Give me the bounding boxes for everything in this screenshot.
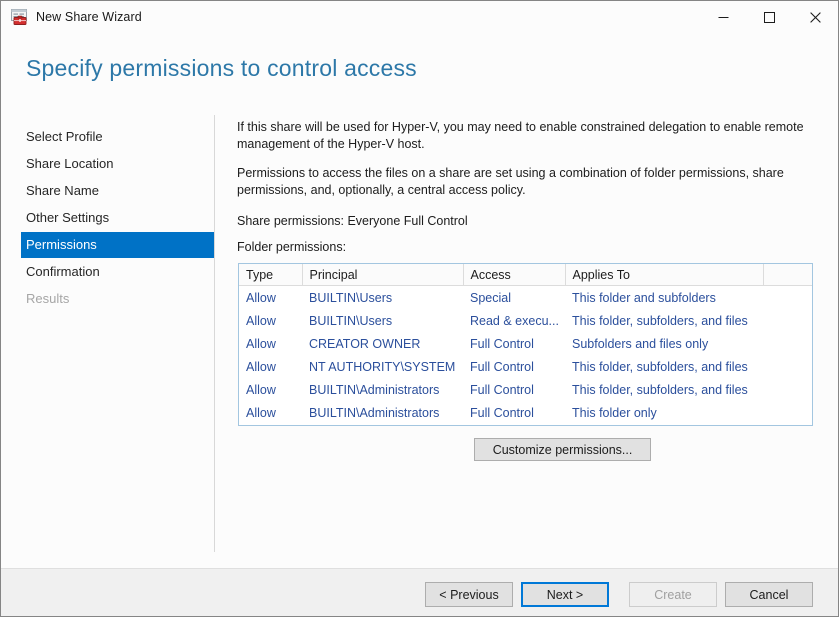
cell-extra (763, 286, 812, 310)
cell-type: Allow (246, 382, 276, 397)
table-header-row: Type Principal Access Applies To (239, 264, 812, 286)
sidebar-item-results: Results (1, 286, 214, 312)
column-header-principal[interactable]: Principal (302, 264, 464, 286)
cell-extra (763, 401, 812, 424)
permissions-info-paragraph: Permissions to access the files on a sha… (237, 166, 784, 197)
sidebar-item-label: Results (26, 291, 70, 306)
cell-extra (763, 355, 812, 378)
sidebar-item-label: Other Settings (26, 210, 110, 225)
sidebar-item-share-name[interactable]: Share Name (1, 178, 214, 204)
sidebar-item-other-settings[interactable]: Other Settings (1, 205, 214, 231)
cell-type: Allow (246, 359, 276, 374)
cell-type: Allow (246, 405, 276, 420)
cell-applies-to: Subfolders and files only (572, 336, 709, 351)
table-row[interactable]: Allow BUILTIN\Administrators Full Contro… (239, 401, 812, 424)
next-button[interactable]: Next > (521, 582, 609, 607)
cell-access: Full Control (470, 359, 534, 374)
create-button: Create (629, 582, 717, 607)
table-row[interactable]: Allow BUILTIN\Administrators Full Contro… (239, 378, 812, 401)
cell-extra (763, 378, 812, 401)
minimize-icon[interactable] (700, 1, 746, 33)
title-bar: New Share Wizard (1, 1, 838, 33)
customize-permissions-button[interactable]: Customize permissions... (474, 438, 651, 461)
cell-extra (763, 332, 812, 355)
cell-applies-to: This folder, subfolders, and files (572, 382, 748, 397)
table-row[interactable]: Allow CREATOR OWNER Full Control Subfold… (239, 332, 812, 355)
cell-extra (763, 309, 812, 332)
sidebar-item-label: Select Profile (26, 129, 103, 144)
column-header-access[interactable]: Access (463, 264, 566, 286)
cancel-button[interactable]: Cancel (725, 582, 813, 607)
sidebar-item-confirmation[interactable]: Confirmation (1, 259, 214, 285)
cell-access: Full Control (470, 336, 534, 351)
column-header-applies-to[interactable]: Applies To (565, 264, 764, 286)
cell-type: Allow (246, 290, 276, 305)
folder-permissions-label: Folder permissions: (237, 240, 347, 254)
cell-principal: NT AUTHORITY\SYSTEM (309, 359, 456, 374)
new-share-wizard-window: New Share Wizard Specify permissions to … (0, 0, 839, 617)
page-header: Specify permissions to control access (1, 33, 838, 99)
cell-access: Full Control (470, 405, 534, 420)
column-header-blank[interactable] (763, 264, 812, 286)
body-area: Select Profile Share Location Share Name… (1, 99, 838, 568)
table-row[interactable]: Allow BUILTIN\Users Read & execu... This… (239, 309, 812, 332)
cell-principal: BUILTIN\Users (309, 313, 393, 328)
sidebar-divider (214, 115, 215, 552)
window-controls (700, 1, 838, 33)
sidebar-item-label: Confirmation (26, 264, 100, 279)
server-manager-icon (10, 8, 28, 26)
table-row[interactable]: Allow NT AUTHORITY\SYSTEM Full Control T… (239, 355, 812, 378)
cell-principal: CREATOR OWNER (309, 336, 421, 351)
sidebar-item-select-profile[interactable]: Select Profile (1, 124, 214, 150)
sidebar-item-share-location[interactable]: Share Location (1, 151, 214, 177)
close-icon[interactable] (792, 1, 838, 33)
cell-type: Allow (246, 336, 276, 351)
cell-principal: BUILTIN\Administrators (309, 382, 440, 397)
hyperv-note-paragraph: If this share will be used for Hyper-V, … (237, 120, 804, 151)
table-row[interactable]: Allow BUILTIN\Users Special This folder … (239, 286, 812, 310)
window-title: New Share Wizard (36, 10, 142, 24)
wizard-steps-sidebar: Select Profile Share Location Share Name… (1, 124, 214, 313)
cell-access: Read & execu... (470, 313, 559, 328)
cell-access: Special (470, 290, 511, 305)
column-header-type[interactable]: Type (239, 264, 303, 286)
cell-type: Allow (246, 313, 276, 328)
cell-applies-to: This folder and subfolders (572, 290, 716, 305)
page-title: Specify permissions to control access (26, 55, 417, 81)
folder-permissions-table[interactable]: Type Principal Access Applies To Allow B… (238, 263, 813, 426)
wizard-footer: < Previous Next > Create Cancel (1, 568, 838, 616)
share-permissions-summary: Share permissions: Everyone Full Control (237, 214, 468, 228)
sidebar-item-label: Share Name (26, 183, 99, 198)
cell-principal: BUILTIN\Administrators (309, 405, 440, 420)
cell-applies-to: This folder only (572, 405, 657, 420)
sidebar-item-label: Permissions (26, 237, 97, 252)
maximize-icon[interactable] (746, 1, 792, 33)
sidebar-item-permissions[interactable]: Permissions (21, 232, 214, 258)
cell-access: Full Control (470, 382, 534, 397)
cell-applies-to: This folder, subfolders, and files (572, 313, 748, 328)
cell-principal: BUILTIN\Users (309, 290, 393, 305)
cell-applies-to: This folder, subfolders, and files (572, 359, 748, 374)
previous-button[interactable]: < Previous (425, 582, 513, 607)
sidebar-item-label: Share Location (26, 156, 114, 171)
